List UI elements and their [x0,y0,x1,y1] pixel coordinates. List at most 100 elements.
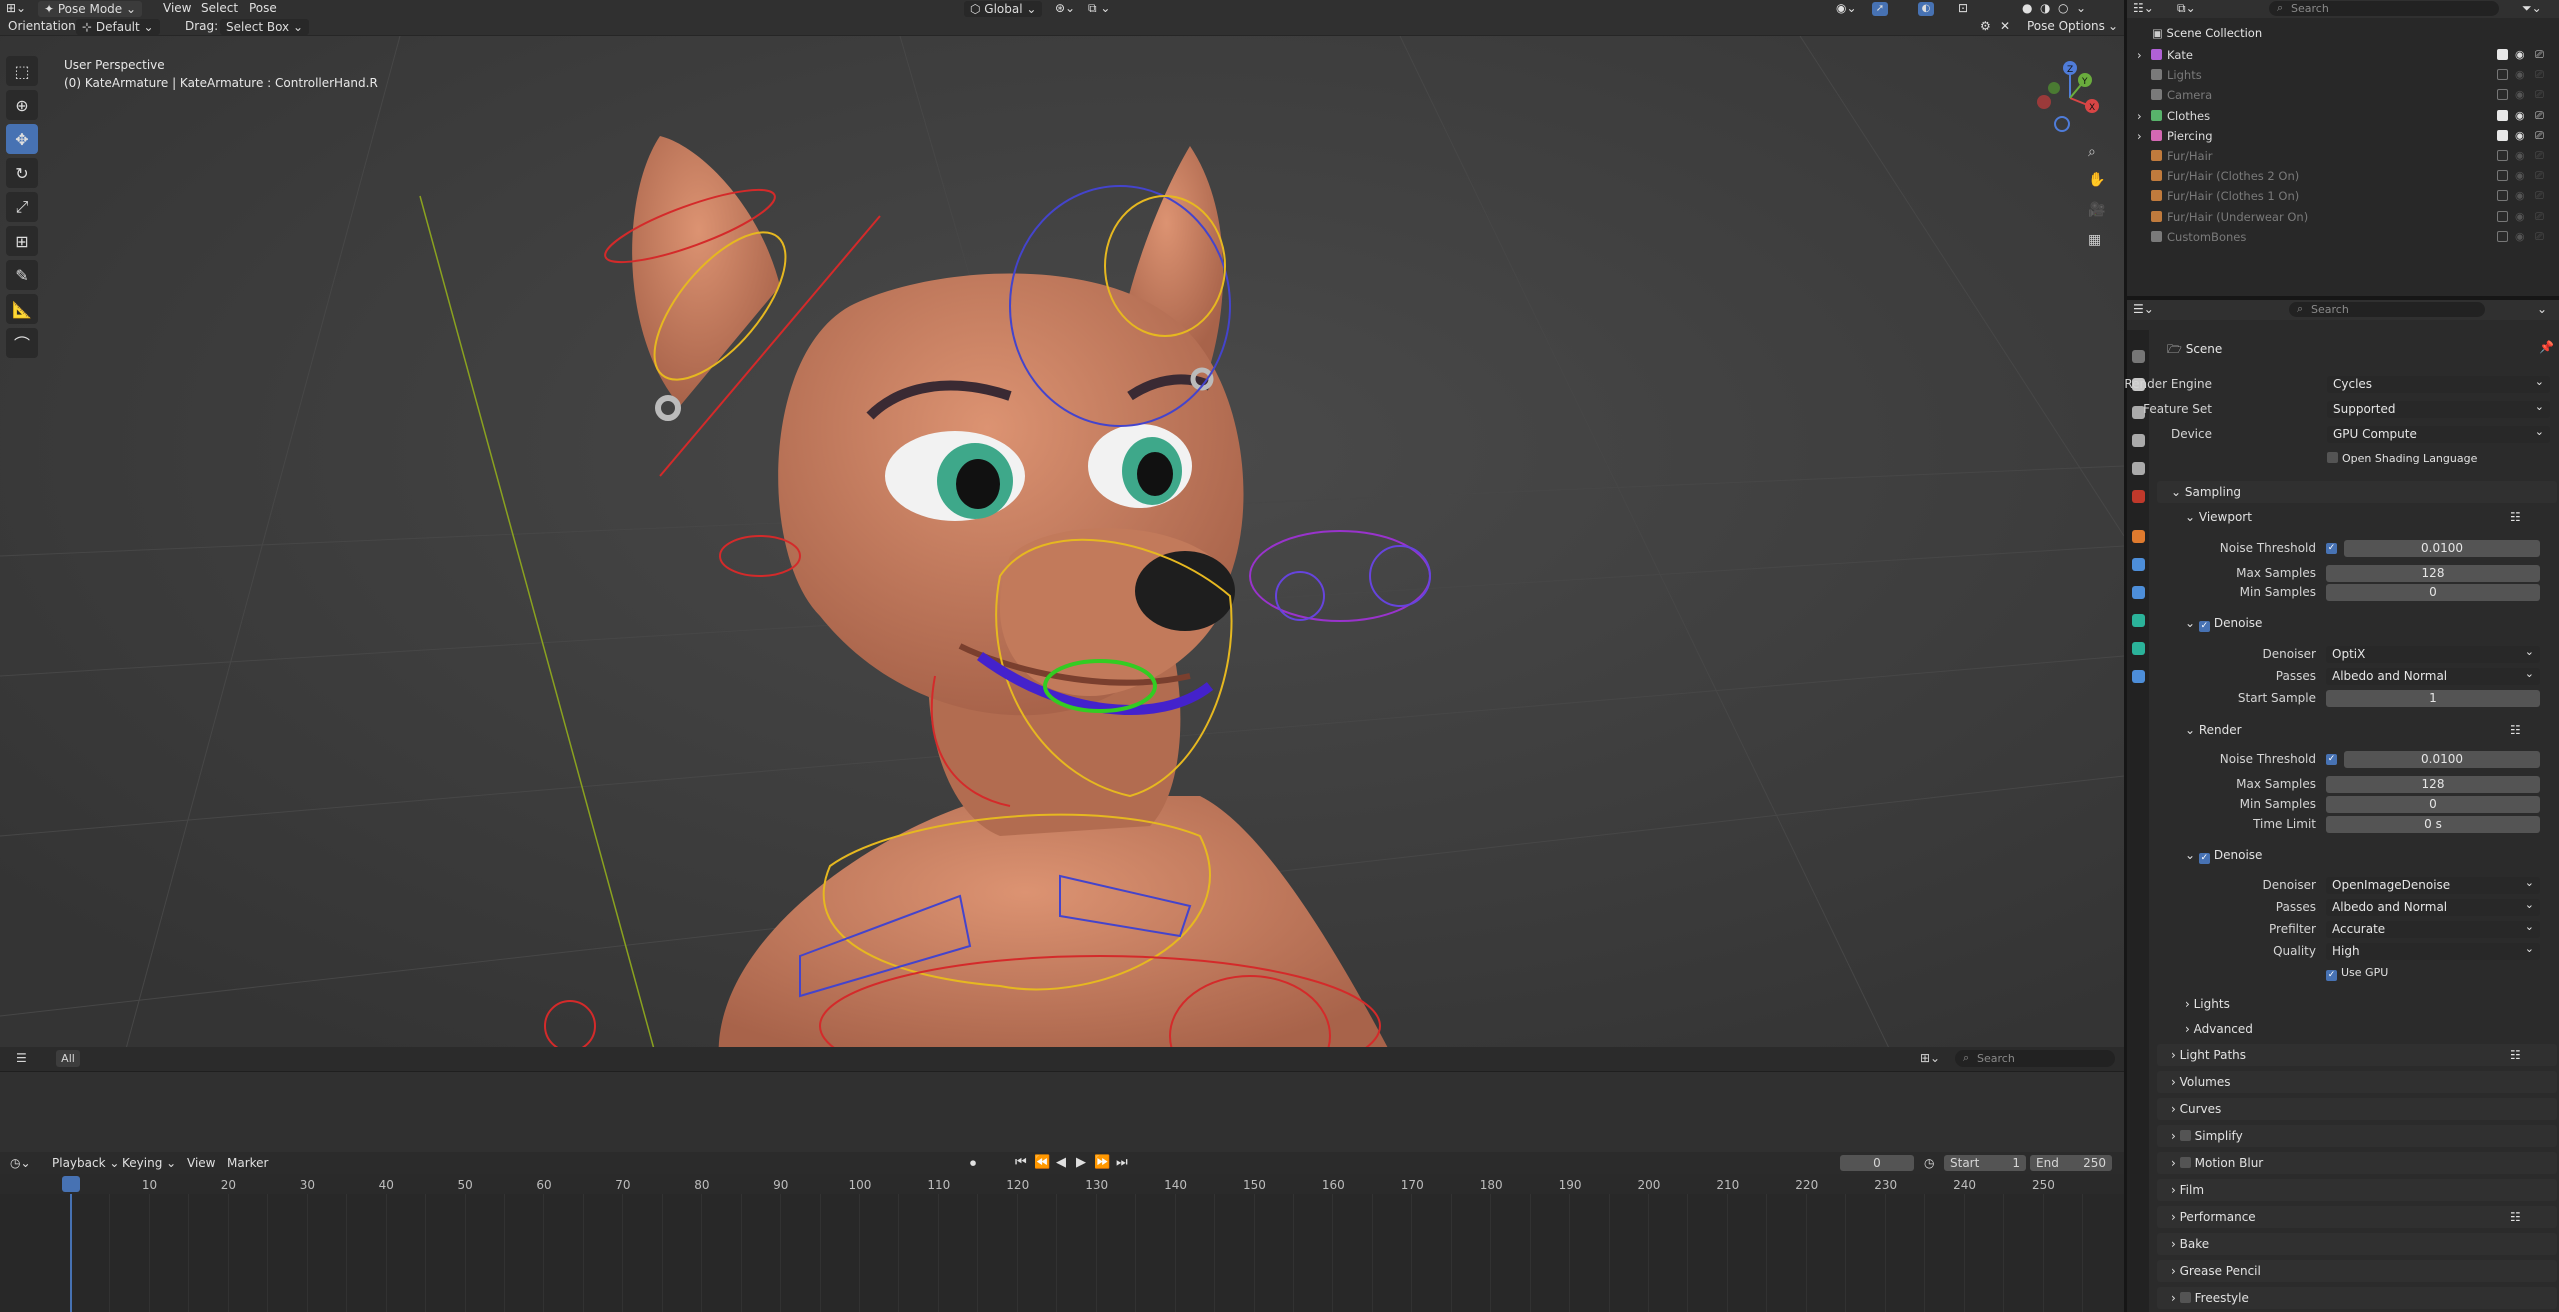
exclude-checkbox[interactable] [2497,210,2508,222]
render-camera-icon[interactable]: ⎚ [2535,230,2544,244]
exclude-checkbox[interactable] [2497,190,2508,202]
scene-tab-icon[interactable] [2132,462,2145,475]
outliner-row[interactable]: Fur/Hair (Clothes 1 On) ◉ ⎚ [2127,186,2559,206]
sampling-panel[interactable]: ⌄ Sampling [2171,485,2241,499]
outliner-row[interactable]: Fur/Hair (Underwear On) ◉ ⎚ [2127,207,2559,227]
play-icon[interactable]: ▶ [1076,1155,1086,1170]
exclude-checkbox[interactable] [2497,230,2508,242]
vp-denoise-subpanel[interactable]: ⌄ ✓ Denoise [2185,616,2262,632]
hamburger-icon[interactable]: ☰ [16,1051,27,1065]
presets-icon[interactable]: ☷ [2510,723,2521,737]
bone-tab-icon[interactable] [2132,642,2145,655]
expand-chevron-icon[interactable]: › [2137,109,2142,123]
rotate-tool-icon[interactable]: ↻ [6,158,38,188]
exclude-checkbox[interactable] [2497,150,2508,161]
render-camera-icon[interactable]: ⎚ [2535,68,2544,82]
outliner-row[interactable]: Fur/Hair (Clothes 2 On) ◉ ⎚ [2127,166,2559,186]
panel-header-bar[interactable] [2157,1179,2557,1201]
scale-tool-icon[interactable]: ⤢ [6,192,38,222]
r-prefilter-dropdown[interactable]: Accurate [2326,918,2540,938]
collapsed-panel[interactable]: › Freestyle [2171,1291,2249,1305]
outliner-row[interactable]: › Kate ◉ ⎚ [2127,45,2559,65]
r-noise-threshold-checkbox[interactable]: ✓ [2326,754,2337,765]
outliner-row[interactable]: Camera ◉ ⎚ [2127,85,2559,105]
vp-max-samples-field[interactable]: 128 [2326,565,2540,582]
exclude-checkbox[interactable] [2497,69,2508,81]
panel-enable-checkbox[interactable] [2179,1130,2191,1141]
advanced-subpanel[interactable]: › Advanced [2185,1022,2253,1036]
display-mode-icon[interactable]: ⧉⌄ [2177,1,2196,16]
bone-constraint-tab-icon[interactable] [2132,670,2145,683]
ortho-toggle-icon[interactable]: ▦ [2088,232,2101,248]
presets-icon[interactable]: ☷ [2510,510,2521,524]
playhead-marker[interactable] [62,1176,80,1192]
orientation-dropdown[interactable]: ⊹ Default ⌄ [76,19,160,35]
exclude-checkbox[interactable] [2497,89,2508,101]
cursor-tool-icon[interactable]: ⊕ [6,90,38,120]
r-passes-dropdown[interactable]: Albedo and Normal [2326,896,2540,916]
transform-tool-icon[interactable]: ⊞ [6,226,38,256]
eye-icon[interactable]: ◉ [2515,48,2525,61]
expand-chevron-icon[interactable]: › [2137,48,2142,62]
scene-collection-row[interactable]: ▣ Scene Collection [2152,26,2262,40]
timeline-editor-icon[interactable]: ◷⌄ [10,1156,31,1170]
pose-options-button[interactable]: Pose Options [2027,19,2105,33]
presets-icon[interactable]: ☷ [2510,1048,2521,1062]
close-icon[interactable]: ✕ [2000,19,2010,33]
eye-icon[interactable]: ◉ [2515,68,2525,81]
current-frame-field[interactable]: 0 [1840,1155,1914,1171]
render-camera-icon[interactable]: ⎚ [2535,88,2544,102]
r-noise-threshold-field[interactable]: 0.0100 [2344,751,2540,768]
drag-dropdown[interactable]: Select Box ⌄ [220,19,310,35]
visibility-icon[interactable]: ◉⌄ [1836,1,1857,15]
outliner-search-input[interactable]: Search [2269,1,2499,16]
filter-all-tab[interactable]: All [56,1050,80,1067]
shading-options-icon[interactable]: ⌄ [2076,1,2086,15]
osl-checkbox[interactable]: Open Shading Language [2327,452,2477,465]
viewport-subpanel[interactable]: ⌄ Viewport [2185,510,2252,524]
panel-header-bar[interactable] [2157,1233,2557,1255]
r-min-samples-field[interactable]: 0 [2326,796,2540,813]
render-camera-icon[interactable]: ⎚ [2535,48,2544,62]
vp-noise-threshold-checkbox[interactable]: ✓ [2326,543,2337,554]
r-max-samples-field[interactable]: 128 [2326,776,2540,793]
eye-icon[interactable]: ◉ [2515,189,2525,202]
exclude-checkbox[interactable] [2497,49,2508,60]
shading-solid-icon[interactable]: ● [2022,1,2032,15]
move-tool-icon[interactable]: ✥ [6,124,38,154]
properties-editor-icon[interactable]: ☰⌄ [2133,302,2154,316]
annotate-tool-icon[interactable]: ✎ [6,260,38,290]
exclude-checkbox[interactable] [2497,170,2508,182]
eye-icon[interactable]: ◉ [2515,169,2525,182]
vp-passes-dropdown[interactable]: Albedo and Normal [2326,665,2540,685]
panel-enable-checkbox[interactable] [2179,1157,2191,1168]
modifier-tab-icon[interactable] [2132,558,2145,571]
eye-icon[interactable]: ◉ [2515,88,2525,101]
play-reverse-icon[interactable]: ◀ [1056,1155,1066,1170]
render-camera-icon[interactable]: ⎚ [2535,210,2544,224]
vp-denoiser-dropdown[interactable]: OptiX [2326,643,2540,663]
prev-keyframe-icon[interactable]: ⏪ [1034,1155,1050,1170]
r-time-limit-field[interactable]: 0 s [2326,816,2540,833]
zoom-icon[interactable]: ⌕ [2088,144,2096,160]
preview-range-icon[interactable]: ◷ [1924,1156,1934,1170]
start-frame-field[interactable]: Start 1 [1944,1155,2026,1171]
physics-tab-icon[interactable] [2132,586,2145,599]
end-frame-field[interactable]: End 250 [2030,1155,2112,1171]
world-tab-icon[interactable] [2132,490,2145,503]
device-dropdown[interactable]: GPU Compute [2327,423,2550,443]
timeline-area[interactable] [0,1194,2124,1312]
menu-timeline-view[interactable]: View [187,1156,215,1170]
snap-icon[interactable]: ⧉ ⌄ [1088,1,1110,16]
tool-tab-icon[interactable] [2132,350,2145,363]
editor-type-icon[interactable]: ⊞⌄ [6,1,26,15]
render-camera-icon[interactable]: ⎚ [2535,169,2544,183]
outliner-row[interactable]: Lights ◉ ⎚ [2127,65,2559,85]
vp-start-sample-field[interactable]: 1 [2326,690,2540,707]
render-subpanel[interactable]: ⌄ Render [2185,723,2242,737]
collapsed-panel[interactable]: › Film [2171,1183,2204,1197]
pose-options-icon[interactable]: ⚙ [1980,19,1991,33]
gizmo-toggle-icon[interactable]: ➚ [1872,2,1888,16]
shading-material-icon[interactable]: ◑ [2040,1,2050,15]
shading-rendered-icon[interactable]: ○ [2058,1,2068,15]
